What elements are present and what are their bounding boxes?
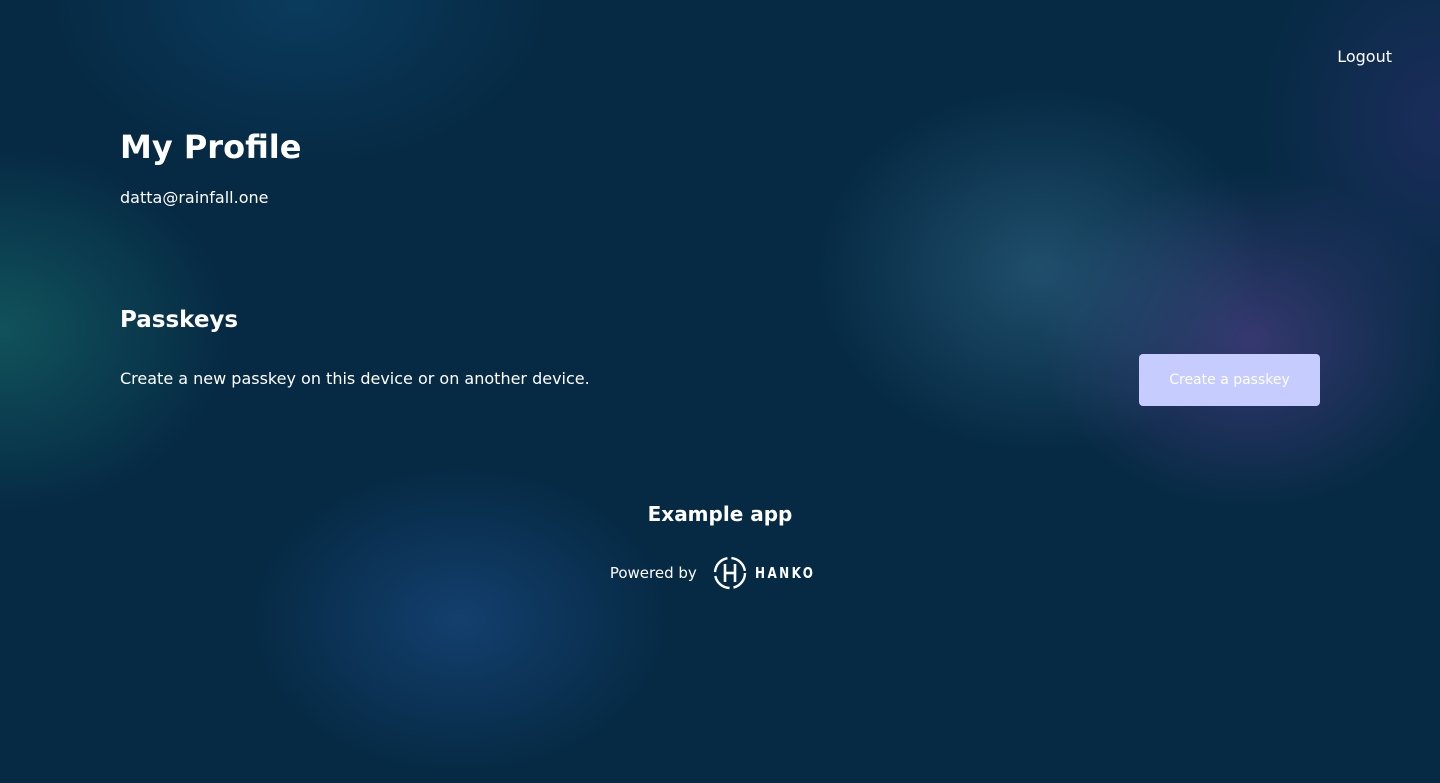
powered-by: Powered by HANKO (0, 556, 1440, 590)
powered-by-label: Powered by (609, 564, 697, 582)
footer-app-name: Example app (647, 502, 793, 526)
logout-link[interactable]: Logout (1337, 46, 1392, 68)
hanko-wordmark: HANKO (754, 564, 816, 582)
hanko-logo[interactable]: HANKO (713, 556, 830, 590)
passkeys-section-title: Passkeys (120, 307, 239, 333)
create-passkey-button[interactable]: Create a passkey (1139, 354, 1320, 406)
hanko-logo-icon (713, 556, 746, 590)
page-title: My Profile (120, 128, 302, 166)
user-email: datta@rainfall.one (120, 188, 269, 207)
passkeys-description: Create a new passkey on this device or o… (120, 369, 590, 388)
